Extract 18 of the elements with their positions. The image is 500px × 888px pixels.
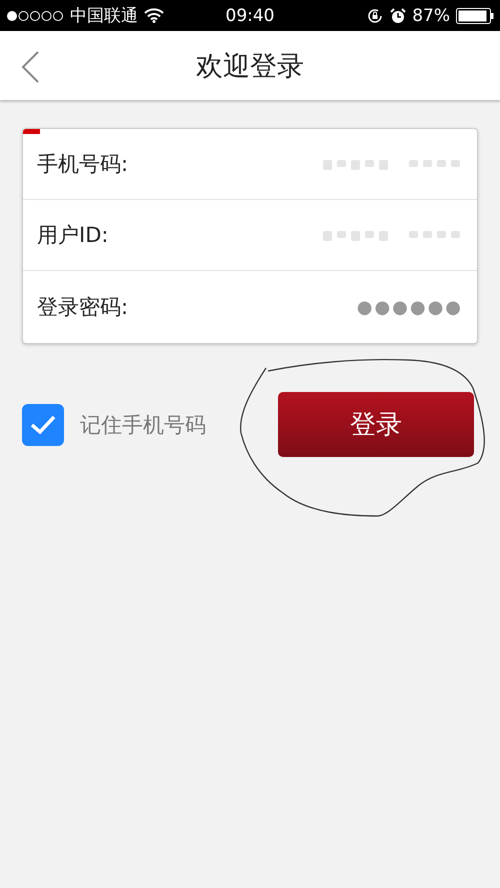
field-label: 手机号码: — [37, 151, 130, 178]
clock-time: 09:40 — [226, 6, 274, 26]
field-label: 用户ID: — [37, 222, 110, 249]
wifi-icon — [144, 8, 164, 23]
rotation-lock-icon — [366, 6, 384, 24]
page-title: 欢迎登录 — [196, 50, 304, 84]
carrier-name: 中国联通 — [70, 5, 138, 27]
login-button[interactable]: 登录 — [278, 392, 474, 457]
corner-mark — [23, 129, 40, 134]
battery-percent: 87% — [412, 6, 450, 26]
remember-checkbox[interactable] — [22, 404, 64, 446]
alarm-icon — [390, 8, 406, 24]
signal-icon — [6, 10, 64, 22]
battery-icon — [456, 8, 494, 24]
checkmark-icon — [30, 414, 56, 434]
remember-label: 记住手机号码 — [80, 412, 207, 438]
back-icon[interactable] — [20, 51, 40, 83]
field-label: 登录密码: — [37, 294, 130, 321]
